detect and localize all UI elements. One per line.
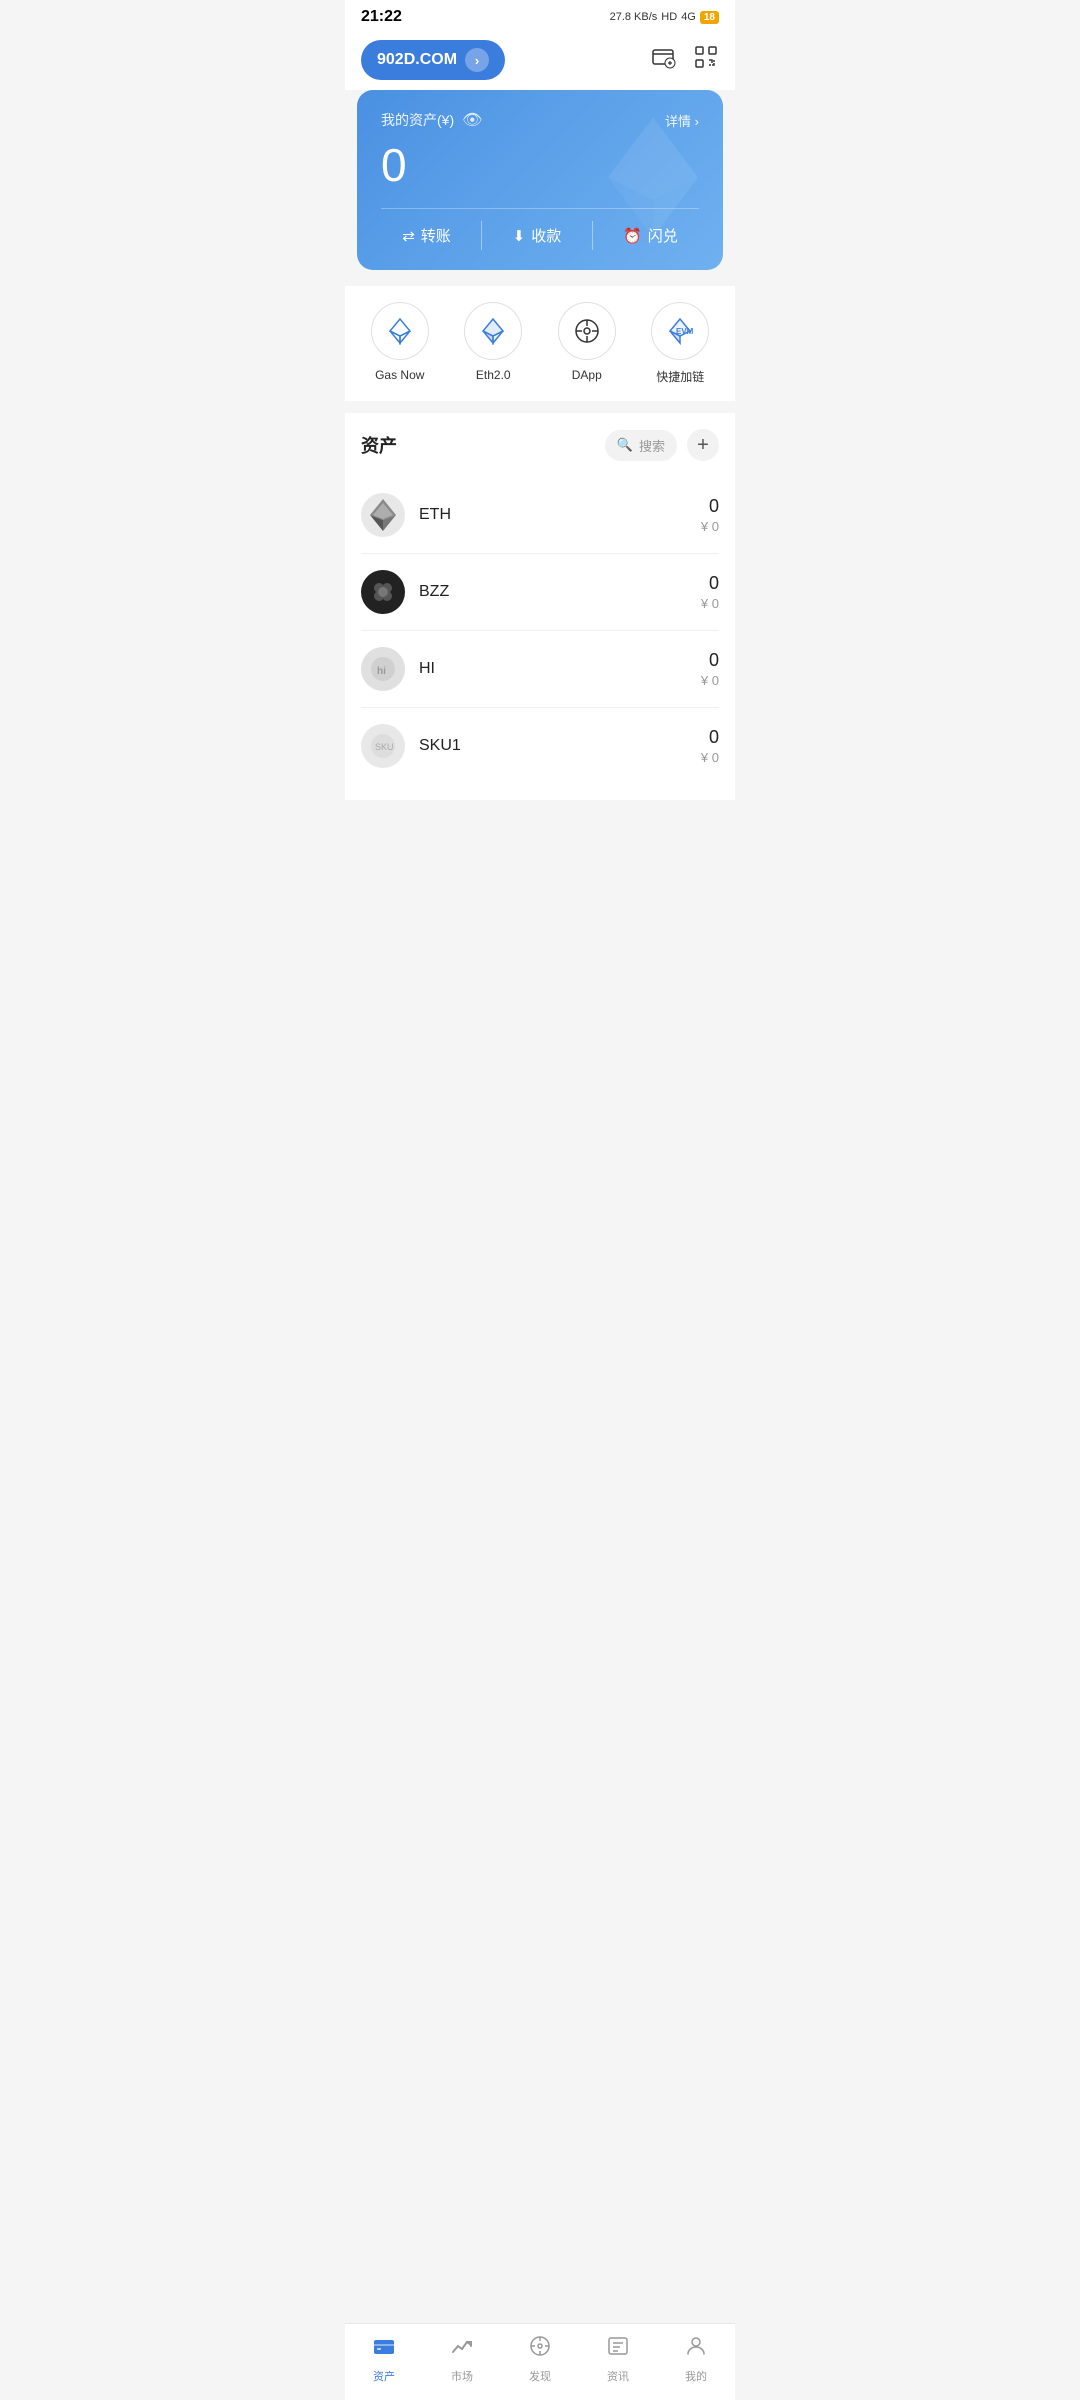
hi-cny: ¥ 0 (701, 673, 719, 688)
search-box[interactable]: 🔍 搜索 (605, 430, 677, 461)
bottom-nav-news[interactable]: 资讯 (588, 2334, 648, 2384)
nav-icons (651, 44, 719, 76)
eth2-icon-circle (464, 302, 522, 360)
token-list: ETH 0 ¥ 0 BZZ 0 ¥ 0 (361, 477, 719, 784)
dapp-label: DApp (572, 368, 602, 382)
discover-nav-icon (528, 2334, 552, 2364)
token-symbol-sku1: SKU1 (419, 737, 701, 755)
menu-item-eth2[interactable]: Eth2.0 (464, 302, 522, 385)
news-nav-icon (606, 2334, 630, 2364)
gas-now-label: Gas Now (375, 368, 424, 382)
sku1-logo: SKU (361, 724, 405, 768)
brand-arrow-icon: › (465, 48, 489, 72)
asset-label: 我的资产(¥) (381, 110, 454, 130)
eth-amount: 0 (701, 496, 719, 517)
add-chain-icon-circle: EVM (651, 302, 709, 360)
search-icon: 🔍 (617, 437, 633, 453)
assets-header: 资产 🔍 搜索 + (361, 429, 719, 461)
status-bar: 21:22 27.8 KB/s HD 4G 18 (345, 0, 735, 30)
brand-name: 902D.COM (377, 51, 457, 69)
token-item-sku1[interactable]: SKU SKU1 0 ¥ 0 (361, 708, 719, 784)
transfer-icon: ⇄ (402, 227, 415, 245)
signal-icon: 4G (681, 11, 696, 23)
svg-text:EVM: EVM (676, 327, 694, 336)
menu-item-gas-now[interactable]: Gas Now (371, 302, 429, 385)
eth-diamond-bg (603, 118, 703, 243)
hi-amount: 0 (701, 650, 719, 671)
gas-now-icon-circle (371, 302, 429, 360)
profile-nav-icon (684, 2334, 708, 2364)
transfer-label: 转账 (421, 225, 451, 246)
top-nav: 902D.COM › (345, 30, 735, 90)
assets-nav-icon (372, 2334, 396, 2364)
bzz-values: 0 ¥ 0 (701, 573, 719, 611)
receive-icon: ⬇ (513, 227, 526, 245)
search-add-row: 🔍 搜索 + (605, 429, 719, 461)
eth2-label: Eth2.0 (476, 368, 511, 382)
menu-item-add-chain[interactable]: EVM 快捷加链 (651, 302, 709, 385)
brand-button[interactable]: 902D.COM › (361, 40, 505, 80)
bzz-logo (361, 570, 405, 614)
token-item-hi[interactable]: hi HI 0 ¥ 0 (361, 631, 719, 708)
speed-indicator: 27.8 KB/s (610, 11, 658, 23)
token-item-bzz[interactable]: BZZ 0 ¥ 0 (361, 554, 719, 631)
news-nav-label: 资讯 (607, 2368, 629, 2384)
profile-nav-label: 我的 (685, 2368, 707, 2384)
sku1-values: 0 ¥ 0 (701, 727, 719, 765)
svg-text:hi: hi (377, 666, 386, 677)
assets-nav-label: 资产 (373, 2368, 395, 2384)
hi-values: 0 ¥ 0 (701, 650, 719, 688)
eth-values: 0 ¥ 0 (701, 496, 719, 534)
bottom-nav-profile[interactable]: 我的 (666, 2334, 726, 2384)
sku1-amount: 0 (701, 727, 719, 748)
market-nav-icon (450, 2334, 474, 2364)
bottom-nav: 资产 市场 发现 (345, 2323, 735, 2400)
asset-card: 我的资产(¥) 👁 详情 › 0 ⇄ 转账 ⬇ 收款 ⏰ 闪兑 (357, 90, 723, 270)
status-time: 21:22 (361, 8, 402, 26)
scan-button[interactable] (693, 44, 719, 76)
token-symbol-bzz: BZZ (419, 583, 701, 601)
bottom-nav-discover[interactable]: 发现 (510, 2334, 570, 2384)
market-nav-label: 市场 (451, 2368, 473, 2384)
menu-item-dapp[interactable]: DApp (558, 302, 616, 385)
bzz-amount: 0 (701, 573, 719, 594)
asset-label-row: 我的资产(¥) 👁 (381, 110, 482, 130)
action-divider-2 (592, 221, 593, 250)
bottom-nav-assets[interactable]: 资产 (354, 2334, 414, 2384)
dapp-icon-circle (558, 302, 616, 360)
bottom-nav-market[interactable]: 市场 (432, 2334, 492, 2384)
bzz-cny: ¥ 0 (701, 596, 719, 611)
battery-indicator: 18 (700, 11, 719, 24)
hd-badge: HD (661, 11, 677, 23)
eye-icon[interactable]: 👁 (462, 110, 482, 130)
token-symbol-eth: ETH (419, 506, 701, 524)
transfer-button[interactable]: ⇄ 转账 (390, 221, 463, 250)
token-symbol-hi: HI (419, 660, 701, 678)
search-placeholder-text: 搜索 (639, 436, 665, 455)
add-token-button[interactable]: + (687, 429, 719, 461)
receive-label: 收款 (531, 225, 561, 246)
hi-logo: hi (361, 647, 405, 691)
status-icons: 27.8 KB/s HD 4G 18 (610, 11, 719, 24)
assets-title: 资产 (361, 432, 397, 458)
action-divider-1 (481, 221, 482, 250)
token-item-eth[interactable]: ETH 0 ¥ 0 (361, 477, 719, 554)
receive-button[interactable]: ⬇ 收款 (501, 221, 574, 250)
eth-logo (361, 493, 405, 537)
wallet-add-button[interactable] (651, 44, 677, 76)
add-chain-label: 快捷加链 (656, 368, 704, 385)
quick-menu: Gas Now Eth2.0 DApp (345, 286, 735, 401)
discover-nav-label: 发现 (529, 2368, 551, 2384)
eth-cny: ¥ 0 (701, 519, 719, 534)
sku1-cny: ¥ 0 (701, 750, 719, 765)
assets-section: 资产 🔍 搜索 + ETH 0 ¥ 0 (345, 413, 735, 800)
svg-text:SKU: SKU (375, 742, 394, 752)
